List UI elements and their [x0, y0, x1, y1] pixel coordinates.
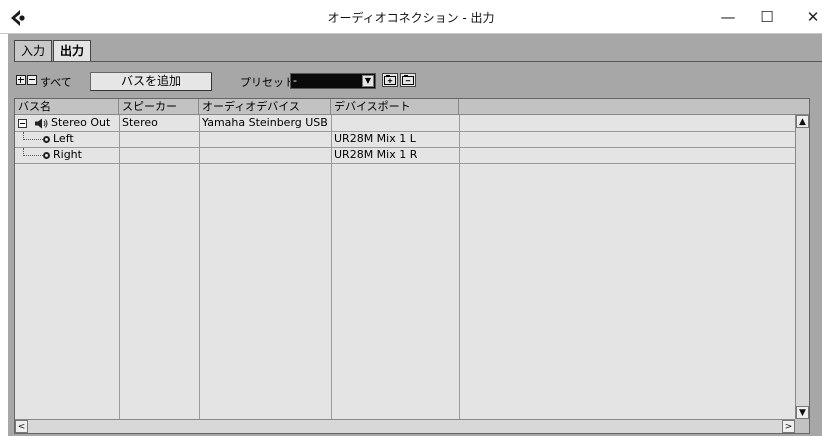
toolbar: すべて バスを追加 プリセット - ▼ [14, 70, 814, 92]
tab-divider [14, 61, 822, 62]
preset-label: プリセット [240, 76, 295, 89]
table-row-channel[interactable]: Left UR28M Mix 1 L [15, 132, 809, 148]
remove-preset-button[interactable] [400, 73, 416, 87]
bus-name: Stereo Out [51, 116, 111, 129]
table-header: バス名 スピーカー オーディオデバイス デバイスポート [15, 99, 809, 115]
audio-connections-panel: 入力 出力 すべて バスを追加 プリセット - ▼ バス名 スピーカー オーディ… [8, 34, 822, 436]
tree-line [23, 148, 43, 156]
preset-select[interactable]: - ▼ [290, 73, 376, 89]
chevron-down-icon[interactable]: ▼ [362, 75, 374, 87]
column-header-speaker[interactable]: スピーカー [119, 99, 199, 115]
channel-name-cell[interactable]: Left [15, 132, 119, 147]
add-bus-button[interactable]: バスを追加 [90, 72, 212, 91]
title-bar: オーディオコネクション - 出力 — ☐ ✕ [0, 0, 822, 34]
device-port-cell[interactable]: UR28M Mix 1 L [331, 132, 459, 147]
channel-name: Left [53, 132, 74, 145]
audio-device-cell[interactable] [199, 132, 331, 147]
audio-device-cell[interactable]: Yamaha Steinberg USB AS [199, 116, 331, 131]
audio-device-cell[interactable] [199, 148, 331, 163]
scroll-left-icon[interactable]: < [15, 420, 28, 433]
speaker-cell[interactable] [119, 132, 199, 147]
collapse-all-icon[interactable] [27, 75, 37, 85]
store-preset-button[interactable] [382, 73, 398, 87]
window-title: オーディオコネクション - 出力 [327, 11, 495, 25]
bus-table: バス名 スピーカー オーディオデバイス デバイスポート Stereo Out S… [14, 98, 810, 434]
bus-name-cell[interactable]: Stereo Out [15, 116, 119, 131]
table-row-channel[interactable]: Right UR28M Mix 1 R [15, 148, 809, 164]
store-preset-icon [384, 75, 396, 85]
channel-name-cell[interactable]: Right [15, 148, 119, 163]
preset-value: - [293, 74, 297, 87]
speaker-icon [35, 118, 48, 129]
vertical-scrollbar[interactable]: ▲ ▼ [795, 115, 809, 419]
horizontal-scrollbar[interactable]: < > [15, 419, 795, 433]
column-header-device-port[interactable]: デバイスポート [331, 99, 459, 115]
tab-input[interactable]: 入力 [14, 40, 53, 62]
port-icon [43, 152, 50, 159]
column-header-bus-name[interactable]: バス名 [15, 99, 119, 115]
expand-collapse-group [16, 75, 37, 85]
scroll-right-icon[interactable]: > [782, 420, 795, 433]
channel-name: Right [53, 148, 82, 161]
scrollbar-corner [795, 419, 809, 433]
column-header-empty [459, 99, 809, 115]
device-port-cell[interactable] [331, 116, 459, 131]
close-button[interactable]: ✕ [790, 0, 822, 34]
tab-bar: 入力 出力 [14, 40, 92, 62]
device-port-cell[interactable]: UR28M Mix 1 R [331, 148, 459, 163]
scroll-down-icon[interactable]: ▼ [796, 406, 809, 419]
expand-all-icon[interactable] [16, 75, 26, 85]
remove-preset-icon [402, 75, 414, 85]
maximize-button[interactable]: ☐ [744, 0, 790, 34]
table-row-bus[interactable]: Stereo Out Stereo Yamaha Steinberg USB A… [15, 116, 809, 132]
collapse-icon[interactable] [18, 119, 27, 128]
tree-line [23, 132, 43, 140]
scroll-up-icon[interactable]: ▲ [796, 115, 809, 128]
speaker-cell[interactable]: Stereo [119, 116, 199, 131]
speaker-cell[interactable] [119, 148, 199, 163]
column-header-audio-device[interactable]: オーディオデバイス [199, 99, 331, 115]
tab-output[interactable]: 出力 [53, 40, 92, 62]
all-label: すべて [40, 76, 72, 89]
port-icon [43, 136, 50, 143]
